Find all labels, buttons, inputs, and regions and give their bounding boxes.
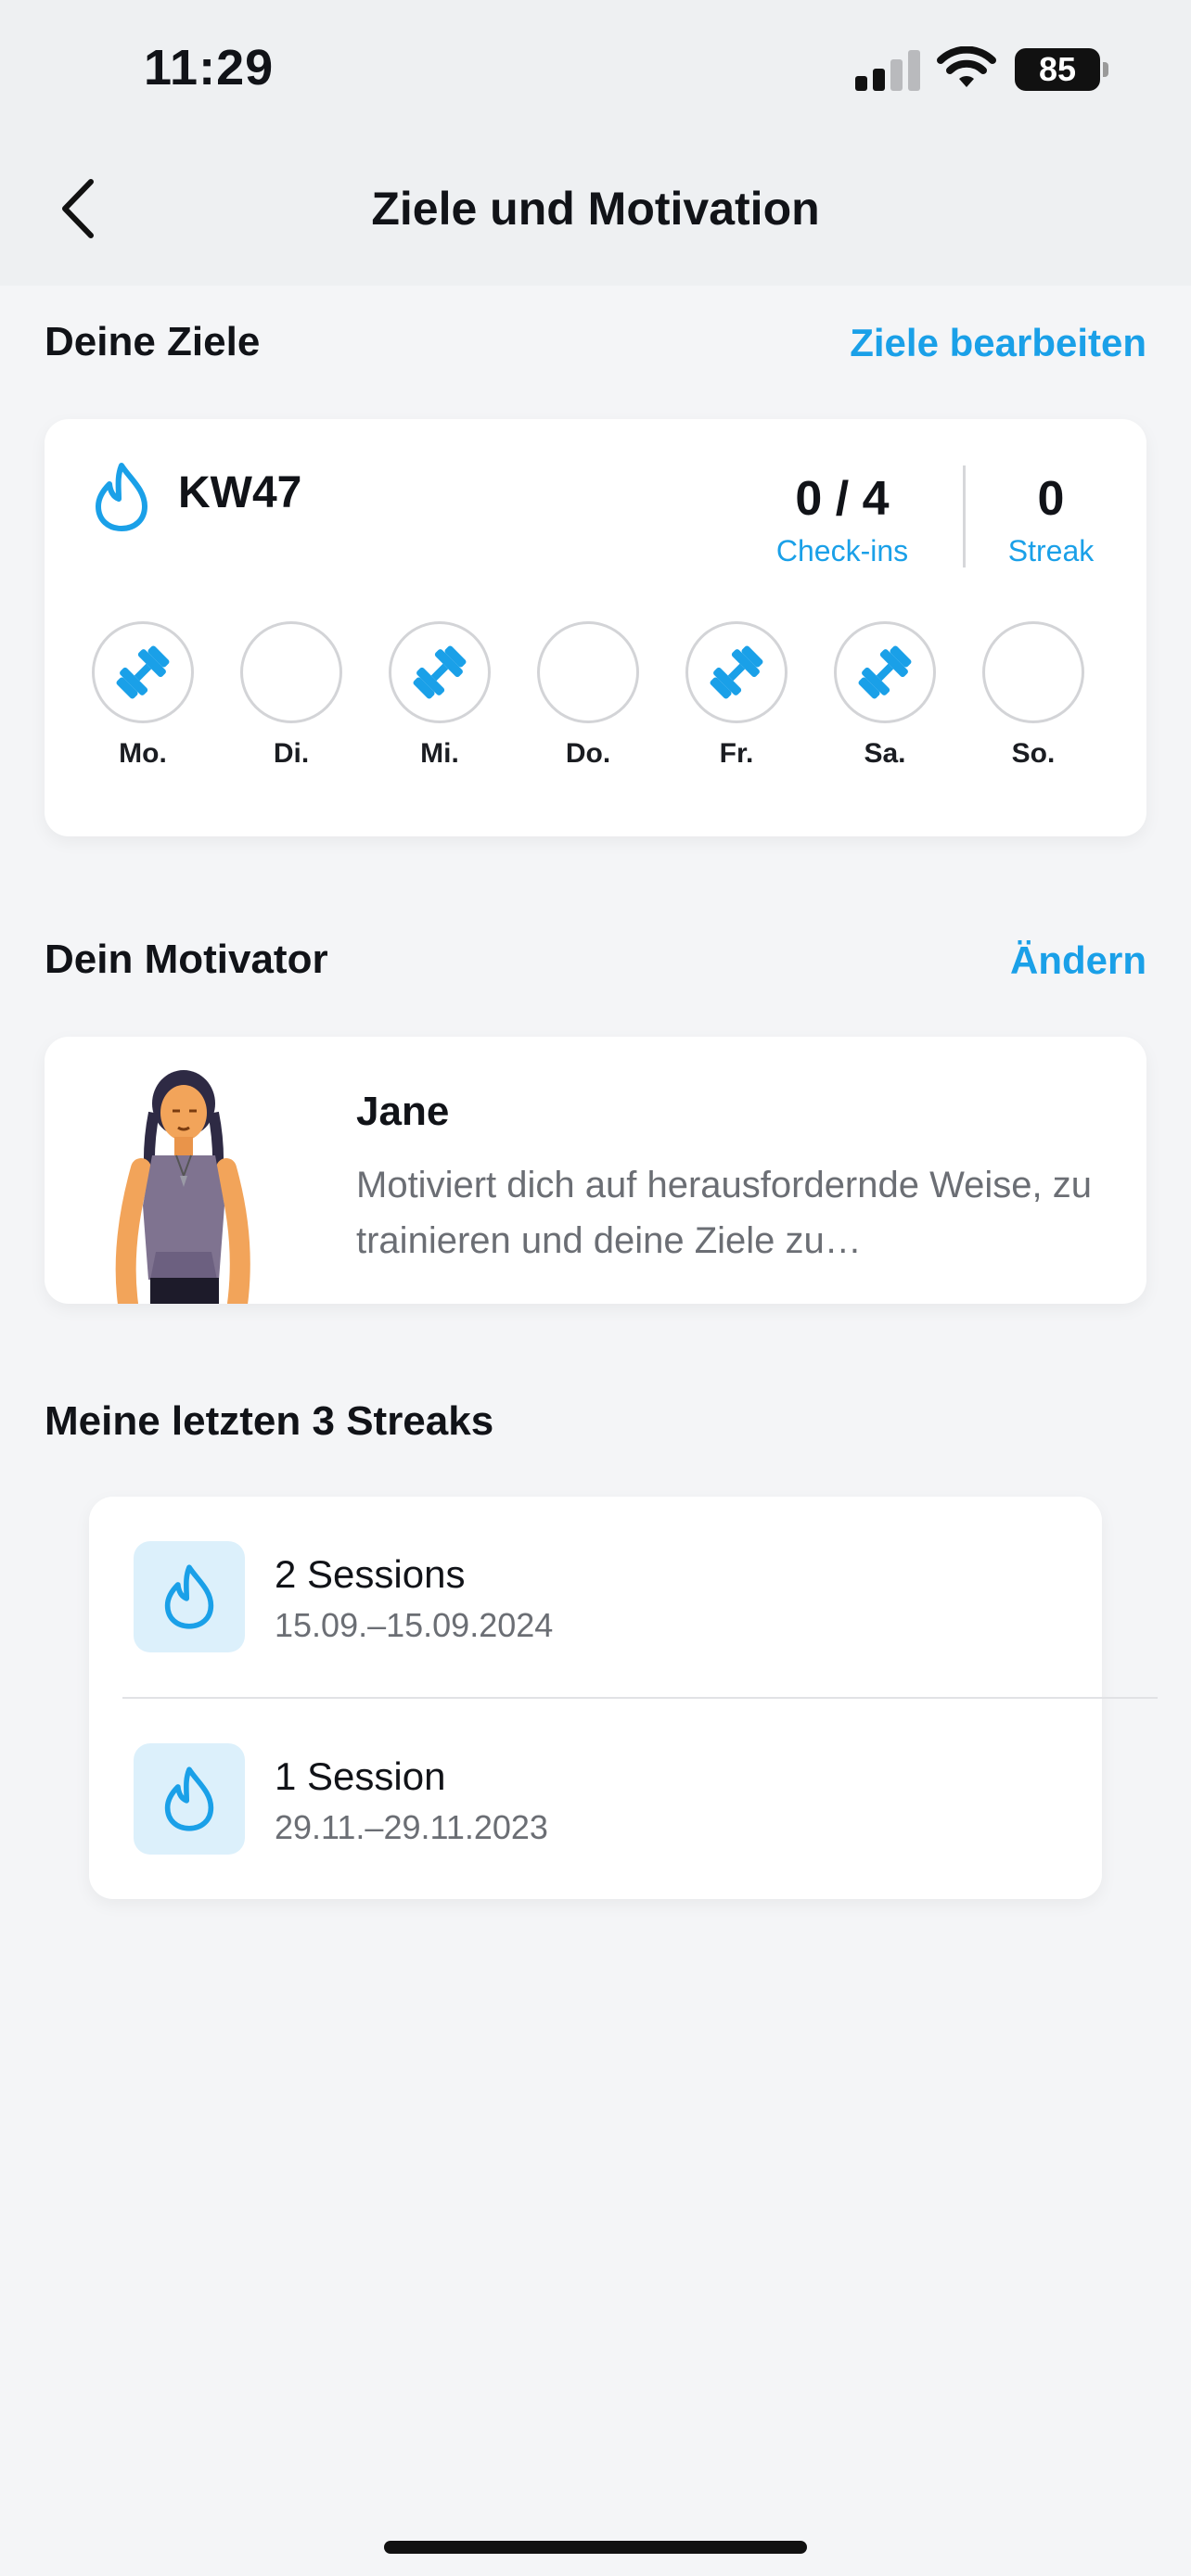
status-time: 11:29 [144,40,275,96]
streak-dates: 15.09.–15.09.2024 [275,1606,554,1644]
streak-icon-box [134,1743,245,1855]
streak-icon-box [134,1541,245,1652]
weekday-item: So. [981,621,1085,770]
streak-label: Streak [1007,534,1095,567]
edit-goals-link[interactable]: Ziele bearbeiten [850,321,1146,365]
checkins-value: 0 / 4 [795,472,890,526]
dumbbell-icon [116,645,170,699]
dumbbell-icon [710,645,763,699]
weekday-circle-done [685,621,788,723]
streak-item[interactable]: 2 Sessions 15.09.–15.09.2024 [134,1541,1146,1652]
weekday-label: Sa. [864,738,906,769]
weekday-circle-empty [982,621,1084,723]
header-area: 11:29 85 Ziele und Motivation [0,0,1191,286]
weekday-item: Fr. [685,621,788,770]
motivator-description: Motiviert dich auf herausfordernde Weise… [356,1165,1092,1261]
flame-icon [164,1564,214,1629]
page-title: Ziele und Motivation [371,183,820,235]
checkins-label: Check-ins [775,534,909,567]
battery-indicator: 85 [1015,48,1108,91]
weekday-label: Di. [273,738,310,769]
weekday-label: Do. [565,738,611,769]
weekday-label: Fr. [719,738,754,769]
streak-title: 2 Sessions [275,1552,466,1596]
weekday-item: Di. [239,621,343,770]
home-indicator [384,2541,807,2554]
weekday-item: Do. [536,621,640,770]
cellular-signal-icon [855,50,920,91]
weekly-goals-card: KW47 0 / 4 Check-ins 0 Streak Mo. Di. Mi. D… [45,419,1146,836]
weekday-item: Mi. [388,621,492,770]
streak-dates: 29.11.–29.11.2023 [275,1808,548,1846]
dumbbell-icon [858,645,912,699]
weekday-label: Mi. [420,738,459,769]
streak-title: 1 Session [275,1754,446,1798]
change-motivator-link[interactable]: Ändern [1010,938,1146,983]
weekday-label: Mo. [119,738,167,769]
dumbbell-icon [413,645,467,699]
streak-item[interactable]: 1 Session 29.11.–29.11.2023 [134,1743,1146,1855]
streak-divider [122,1697,1158,1699]
motivator-avatar [115,1070,250,1304]
flame-icon [164,1766,214,1831]
wifi-icon [937,46,996,87]
streaks-section-title: Meine letzten 3 Streaks [45,1398,494,1444]
weekday-label: So. [1011,738,1056,769]
motivator-section-title: Dein Motivator [45,937,328,982]
weekday-circle-empty [240,621,342,723]
weekday-circle-done [834,621,936,723]
weekday-circle-done [389,621,491,723]
stats-divider [963,465,966,567]
motivator-name: Jane [356,1089,450,1134]
goals-section-title: Deine Ziele [45,319,261,364]
motivator-card[interactable]: Jane Motiviert dich auf herausfordernde … [45,1037,1146,1304]
weekday-item: Sa. [833,621,937,770]
flame-icon [96,463,147,531]
streaks-card: 2 Sessions 15.09.–15.09.2024 1 Session 2… [89,1497,1158,1899]
week-label: KW47 [178,468,302,517]
streak-value: 0 [1037,472,1065,526]
weekday-circle-done [92,621,194,723]
weekday-circle-empty [537,621,639,723]
weekday-item: Mo. [91,621,195,770]
